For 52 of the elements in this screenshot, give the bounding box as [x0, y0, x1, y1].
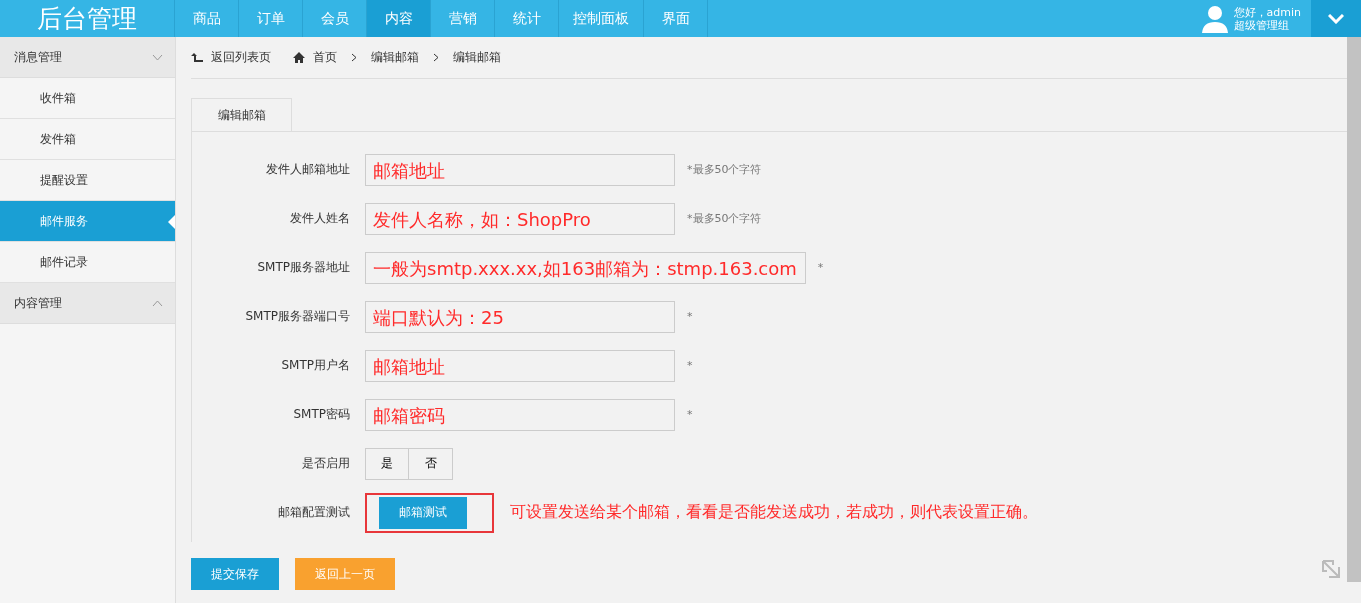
field-label: 发件人姓名: [289, 210, 351, 227]
field-label: 是否启用: [301, 455, 351, 472]
scrollbar-thumb[interactable]: [1347, 37, 1361, 582]
input-field[interactable]: 邮箱地址: [365, 349, 675, 382]
save-button[interactable]: 提交保存: [191, 558, 279, 590]
field-label: SMTP服务器端口号: [244, 308, 351, 325]
chevron-down-icon: [1328, 13, 1344, 24]
annotation-text: 可设置发送给某个邮箱，看看是否能发送成功，若成功，则代表设置正确。: [510, 502, 1038, 523]
field-label: SMTP服务器地址: [256, 259, 351, 276]
chevron-right-icon: [351, 53, 357, 62]
form-tab[interactable]: 编辑邮箱: [191, 98, 292, 131]
chevron-down-icon: [152, 53, 163, 61]
home-icon: [293, 52, 305, 63]
input-field[interactable]: 邮箱密码: [365, 398, 675, 431]
back-to-list-link[interactable]: 返回列表页: [211, 49, 271, 66]
user-menu-button[interactable]: [1311, 0, 1361, 37]
field-label: 邮箱配置测试: [277, 504, 351, 521]
nav-tab[interactable]: 统计: [495, 0, 559, 37]
breadcrumb-item[interactable]: 编辑邮箱: [453, 49, 501, 66]
user-greeting: 您好，admin: [1233, 5, 1301, 19]
user-icon: [1201, 4, 1228, 33]
return-icon: [191, 52, 203, 63]
field-hint: *: [687, 310, 693, 323]
field-label: 发件人邮箱地址: [265, 161, 351, 178]
breadcrumb-item[interactable]: 编辑邮箱: [371, 49, 419, 66]
sidebar-group[interactable]: 消息管理: [0, 37, 175, 78]
back-button[interactable]: 返回上一页: [295, 558, 395, 590]
nav-tab[interactable]: 内容: [367, 0, 431, 37]
input-field[interactable]: 一般为smtp.xxx.xx,如163邮箱为：stmp.163.com: [365, 251, 806, 284]
nav-tab[interactable]: 订单: [239, 0, 303, 37]
chevron-down-icon: [152, 299, 163, 307]
field-label: SMTP密码: [292, 406, 351, 423]
nav-tab[interactable]: 界面: [644, 0, 708, 37]
field-hint: *: [687, 408, 693, 421]
nav-tab[interactable]: 商品: [175, 0, 239, 37]
sidebar-item[interactable]: 邮件服务: [0, 201, 175, 242]
field-hint: *最多50个字符: [687, 211, 762, 226]
field-hint: *最多50个字符: [687, 162, 762, 177]
breadcrumb-item[interactable]: 首页: [313, 49, 337, 66]
test-email-button[interactable]: 邮箱测试: [379, 496, 467, 529]
chevron-right-icon: [433, 53, 439, 62]
nav-tab[interactable]: 控制面板: [559, 0, 644, 37]
field-hint: *: [687, 359, 693, 372]
input-field[interactable]: 发件人名称，如：ShopPro: [365, 202, 675, 235]
sidebar-group[interactable]: 内容管理: [0, 283, 175, 324]
nav-tab[interactable]: 营销: [431, 0, 495, 37]
resize-icon: [1321, 559, 1341, 579]
field-hint: *: [817, 261, 824, 274]
field-label: SMTP用户名: [280, 357, 351, 374]
user-role: 超级管理组: [1233, 18, 1290, 32]
input-field[interactable]: 邮箱地址: [365, 153, 675, 186]
input-field[interactable]: 端口默认为：25: [365, 300, 675, 333]
